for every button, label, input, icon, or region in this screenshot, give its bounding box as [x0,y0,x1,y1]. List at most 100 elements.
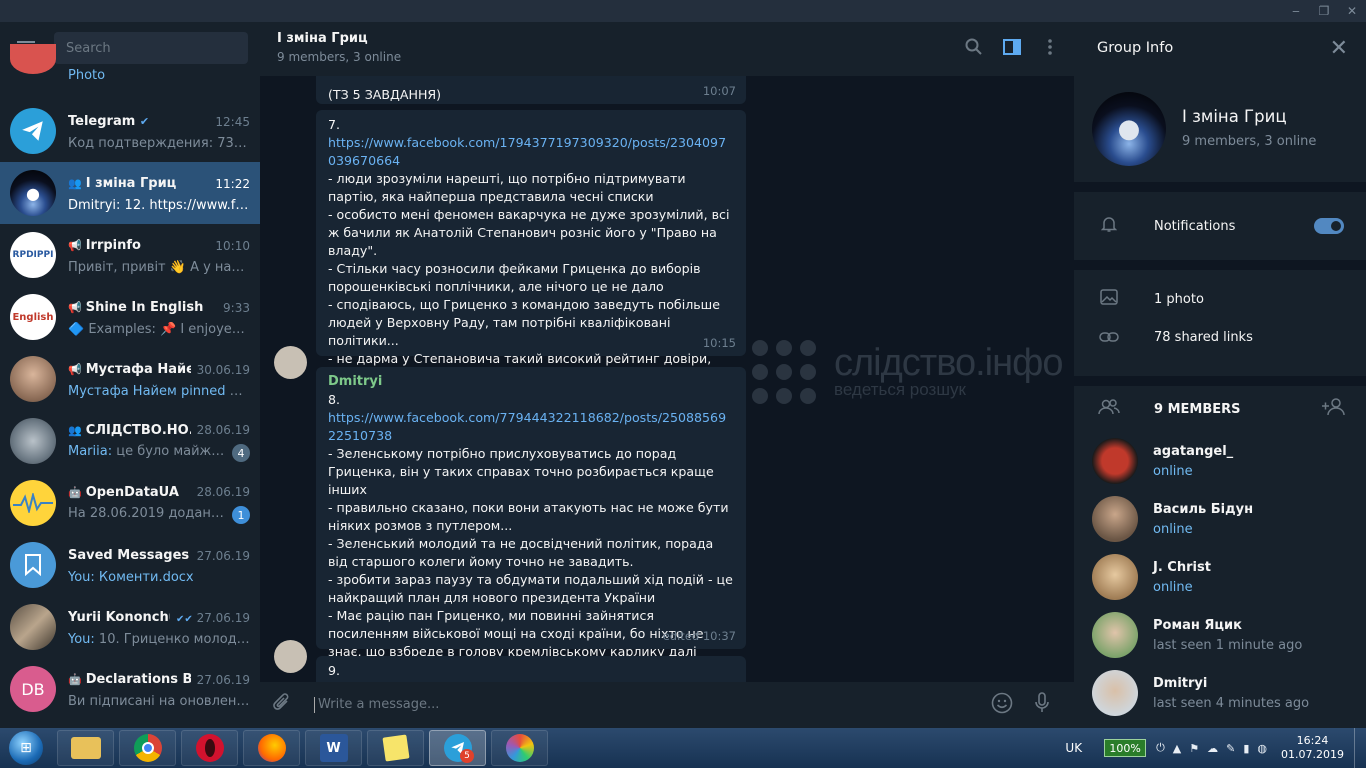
member-status: last seen 4 minutes ago [1153,695,1310,711]
message-list[interactable]: слідство.інфо ведеться розшук (ТЗ 5 ЗАВД… [260,76,1074,682]
taskbar-explorer[interactable] [57,730,114,766]
message-input[interactable]: Write a message... [314,697,982,713]
chat-item-active-group[interactable]: ● 👥 І зміна Гриц 11:22 Dmitryi: 12. https:… [0,162,260,224]
add-member-icon[interactable] [1322,398,1346,420]
chat-item-shine-in-english[interactable]: English 📢 Shine In English 9:33 🔷 Examples… [0,286,260,348]
notifications-row[interactable]: Notifications [1074,207,1366,245]
start-button[interactable]: ⊞ [0,728,52,768]
link-icon [1098,328,1120,347]
group-avatar[interactable]: ● [1092,92,1166,166]
language-indicator[interactable]: UK [1065,741,1082,755]
signal-icon[interactable]: ▮ [1243,742,1249,755]
message-line: - люди зрозуміли нарешті, що потрібно пі… [328,171,686,204]
message-number: 7. [328,117,341,132]
chat-time: 9:33 [223,300,250,315]
member-row[interactable]: agatangel_ online [1074,432,1366,490]
message-bubble[interactable]: 9. [316,656,746,682]
chat-item-irrpinfo[interactable]: RPDIPPI 📢 Irrpinfo 10:10 Привіт, привіт 👋 … [0,224,260,286]
battery-indicator[interactable]: 100% [1104,739,1147,757]
member-avatar [1092,670,1138,716]
close-icon[interactable]: ✕ [1330,36,1348,61]
photo-icon [1098,289,1120,309]
show-desktop-button[interactable] [1354,728,1366,768]
more-options-icon[interactable] [1040,36,1060,58]
message-line: - зробити зараз паузу та обдумати подаль… [328,572,733,605]
maximize-button[interactable]: ❐ [1310,0,1338,22]
chat-preview-sender: You: [68,569,95,585]
windows-logo-icon: ⊞ [9,731,43,765]
taskbar-chrome[interactable] [119,730,176,766]
message-sender[interactable]: Dmitryi [328,373,734,391]
message-bubble[interactable]: (ТЗ 5 ЗАВДАННЯ) 10:07 [316,76,746,104]
message-bubble[interactable]: 7. https://www.facebook.com/179437719730… [316,110,746,384]
clock[interactable]: 16:24 01.07.2019 [1281,734,1344,762]
sticky-notes-icon [381,734,410,762]
group-members-count: 9 members, 3 online [1182,134,1317,149]
links-row[interactable]: 78 shared links [1074,318,1366,356]
chat-name: Irrpinfo [85,238,141,253]
search-icon[interactable] [964,36,984,58]
member-row[interactable]: Роман Яцик last seen 1 minute ago [1074,606,1366,664]
member-row[interactable]: J. Christ online [1074,548,1366,606]
chat-time: 28.06.19 [196,485,250,499]
chat-avatar: English [10,294,56,340]
chat-name: Telegram [68,114,136,129]
bot-icon: 🤖 [68,673,82,686]
minimize-button[interactable]: ‒ [1282,0,1310,22]
chat-item-declarations-bot[interactable]: DB 🤖Declarations Bot 27.06.19 Ви підписан… [0,658,260,720]
microphone-icon[interactable] [1022,691,1062,719]
chat-time: 30.06.19 [196,362,250,377]
sender-avatar[interactable] [274,346,307,379]
tray-expand-icon[interactable]: ▲ [1173,742,1181,755]
notifications-toggle[interactable] [1314,218,1344,234]
tools-icon[interactable]: ✎ [1226,742,1235,755]
taskbar-sticky-notes[interactable] [367,730,424,766]
chat-preview: На 28.06.2019 додано 2 с... [68,506,226,521]
chat-item-mustafa[interactable]: 📢Мустафа Найем 30.06.19 Мустафа Найем pin… [0,348,260,410]
member-row[interactable]: Василь Бідун online [1074,490,1366,548]
sidebar-toggle-icon[interactable] [1002,36,1022,58]
power-plug-icon[interactable]: ⏻ [1156,741,1165,755]
taskbar-firefox[interactable] [243,730,300,766]
chat-item-telegram[interactable]: Telegram ✔ 12:45 Код подтверждения: 73414… [0,100,260,162]
message-line: - особисто мені феномен вакарчука не дуж… [328,207,730,258]
unread-badge: 1 [232,506,250,524]
group-name: І зміна Гриц [1182,107,1287,126]
chat-item-partial[interactable]: Photo [0,44,260,92]
chat-item-yurii[interactable]: Yurii Kononchuk ✔✔ 27.06.19 You: 10. Гриц… [0,596,260,658]
telegram-unread-badge: 5 [460,749,474,763]
members-section: 9 MEMBERS agatangel_ online Василь Бідун o… [1074,386,1366,728]
photos-row[interactable]: 1 photo [1074,280,1366,318]
mute-icon[interactable]: ◍ [1257,742,1267,755]
chat-avatar: DB [10,666,56,712]
watermark: слідство.інфо ведеться розшук [752,340,1063,404]
chat-name: OpenDataUA [85,484,179,500]
taskbar-telegram[interactable]: 5 [429,730,486,766]
verified-icon: ✔ [139,115,150,128]
message-bubble[interactable]: Dmitryi 8. https://www.facebook.com/7794… [316,367,746,659]
message-number: 9. [328,663,341,678]
message-line: - Зеленському потрібно прислуховуватись … [328,446,714,497]
message-link[interactable]: https://www.facebook.com/779444322118682… [328,410,726,443]
conversation-header[interactable]: І зміна Гриц 9 members, 3 online [260,22,1074,76]
member-name: Роман Яцик [1153,617,1242,633]
taskbar-paint[interactable] [491,730,548,766]
member-row[interactable]: Dmitryi last seen 4 minutes ago [1074,664,1366,722]
taskbar-opera[interactable] [181,730,238,766]
chat-time: 11:22 [215,176,250,191]
bell-icon [1098,215,1120,237]
system-tray: UK 100% ⏻ ▲ ⚑ ☁ ✎ ▮ ◍ 16:24 01.07.2019 [1065,728,1366,768]
flag-icon[interactable]: ⚑ [1189,742,1199,755]
network-status-icon[interactable]: ☁ [1207,742,1218,755]
attach-icon[interactable] [272,692,296,719]
chat-item-saved-messages[interactable]: Saved Messages 27.06.19 You: Коменти.docx [0,534,260,596]
message-link[interactable]: https://www.facebook.com/179437719730932… [328,135,726,168]
chat-item-slidstvo[interactable]: 👥СЛІДСТВО.НО... 28.06.19 Mariia: це було … [0,410,260,472]
emoji-icon[interactable] [982,692,1022,719]
sender-avatar[interactable] [274,640,307,673]
close-window-button[interactable]: ✕ [1338,0,1366,22]
chat-avatar [10,480,56,526]
taskbar-word[interactable]: W [305,730,362,766]
chat-item-opendataua[interactable]: 🤖 OpenDataUA 28.06.19 На 28.06.2019 додано… [0,472,260,534]
chat-avatar: RPDIPPI [10,232,56,278]
